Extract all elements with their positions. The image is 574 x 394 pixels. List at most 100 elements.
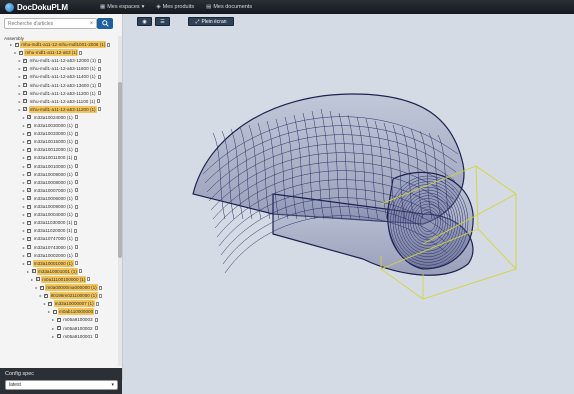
- expand-toggle-icon[interactable]: ▸: [9, 42, 13, 47]
- tree-node[interactable]: ▸ ✓ m33a10007000 (1): [22, 187, 78, 194]
- visibility-checkbox[interactable]: ✓: [27, 212, 32, 217]
- expand-toggle-icon[interactable]: ▸: [22, 228, 26, 233]
- tree-node[interactable]: ▸ ✓ m33a11020000 (1): [22, 227, 78, 234]
- tree-node[interactable]: ▸ ✓ m33a10030000 (1): [22, 122, 78, 129]
- tree-scrollbar-thumb[interactable]: [118, 82, 122, 258]
- clear-search-icon[interactable]: ×: [88, 18, 95, 29]
- tree-node[interactable]: ▸ ✓ m0a11100100000 (1): [30, 275, 91, 283]
- tree-node[interactable]: ▸ ✓ mhu-mdl1-a11-12-a53 (1): [13, 49, 83, 57]
- expand-toggle-icon[interactable]: ▸: [22, 220, 26, 225]
- expand-toggle-icon[interactable]: ▸: [22, 204, 26, 209]
- visibility-checkbox[interactable]: ✓: [27, 180, 32, 185]
- search-input[interactable]: [4, 18, 97, 29]
- expand-toggle-icon[interactable]: ▸: [22, 147, 26, 152]
- expand-toggle-icon[interactable]: ▸: [22, 164, 26, 169]
- nav-item-products[interactable]: ◈ Mes produits: [156, 4, 194, 10]
- tree-node[interactable]: ▸ ✓ m33a10024000 (1): [22, 114, 78, 121]
- visibility-checkbox[interactable]: ✓: [23, 107, 28, 112]
- expand-toggle-icon[interactable]: ▸: [18, 66, 22, 71]
- search-button[interactable]: [97, 18, 113, 29]
- visibility-checkbox[interactable]: ✓: [56, 317, 61, 322]
- tree-node[interactable]: ▸ ✓ m0ab110000000: [47, 308, 99, 316]
- tree-node[interactable]: ▸ ✓ m33a10006000 (1): [22, 195, 78, 202]
- tree-node[interactable]: ▸ ✓ m33a10010000 (1): [22, 163, 78, 170]
- tree-node[interactable]: ▸ ✓ m33a10743000 (1): [22, 244, 78, 251]
- expand-toggle-icon[interactable]: ▸: [22, 261, 26, 266]
- tree-node[interactable]: ▸ ✓ m0a00000ma000000 (1): [34, 284, 102, 291]
- expand-toggle-icon[interactable]: ▸: [34, 285, 38, 290]
- tree-node[interactable]: ▸ ✓ m33a10012000 (1): [22, 146, 78, 153]
- visibility-checkbox[interactable]: ✓: [56, 326, 61, 330]
- tree-node[interactable]: ▸ ✓ m33a10004000 (1): [22, 211, 78, 218]
- expand-toggle-icon[interactable]: ▸: [22, 123, 26, 128]
- visibility-checkbox[interactable]: ✓: [27, 245, 32, 249]
- brand[interactable]: DocDokuPLM: [5, 0, 68, 14]
- visibility-checkbox[interactable]: ✓: [27, 164, 32, 168]
- visibility-checkbox[interactable]: ✓: [27, 220, 32, 225]
- visibility-checkbox[interactable]: ✓: [27, 155, 32, 160]
- tree-node[interactable]: ▸ ✓ m33a10011000 (1): [22, 154, 78, 161]
- expand-toggle-icon[interactable]: ▸: [22, 188, 26, 193]
- visibility-checkbox[interactable]: ✓: [27, 115, 32, 120]
- expand-toggle-icon[interactable]: ▸: [22, 172, 26, 177]
- expand-toggle-icon[interactable]: ▸: [18, 83, 22, 88]
- expand-toggle-icon[interactable]: ▸: [22, 131, 26, 136]
- visibility-checkbox[interactable]: ✓: [23, 58, 28, 63]
- visibility-checkbox[interactable]: ✓: [23, 83, 28, 87]
- visibility-checkbox[interactable]: ✓: [23, 91, 28, 96]
- nav-item-spaces[interactable]: ▦ Mes espaces ▾: [100, 4, 144, 10]
- expand-toggle-icon[interactable]: ▸: [47, 309, 51, 314]
- expand-toggle-icon[interactable]: ▸: [22, 155, 26, 160]
- visibility-checkbox[interactable]: ✓: [27, 139, 32, 144]
- visibility-checkbox[interactable]: ✓: [27, 147, 32, 152]
- wireframe-3d-model[interactable]: [123, 14, 574, 380]
- visibility-checkbox[interactable]: ✓: [44, 293, 49, 298]
- tree-node[interactable]: ▸ ✓ m05a9100001: [51, 333, 98, 340]
- expand-toggle-icon[interactable]: ▸: [22, 196, 26, 201]
- tree-node[interactable]: ▸ ✓ 80198m021100000 (1): [39, 292, 102, 300]
- tree-node[interactable]: ▸ ✓ m33a10008000 (1): [22, 179, 78, 186]
- tree-node[interactable]: ▸ ✓ mhu-mdl1-a11-12-a53-13600 (1): [18, 82, 101, 89]
- expand-toggle-icon[interactable]: ▸: [22, 236, 26, 241]
- expand-toggle-icon[interactable]: ▸: [22, 115, 26, 120]
- tree-node[interactable]: ▸ ✓ m33a10000007 (1): [43, 300, 99, 308]
- expand-toggle-icon[interactable]: ▸: [22, 245, 26, 250]
- tree-node[interactable]: ▸ ✓ m05a9100003: [51, 316, 98, 323]
- tree-node[interactable]: ▸ ✓ m33a10002000 (1): [22, 252, 78, 259]
- visibility-checkbox[interactable]: ✓: [27, 204, 32, 209]
- tree-node[interactable]: ▸ ✓ mhu-mdl1-a11-12-a53-11100 (1): [18, 98, 101, 105]
- config-spec-select[interactable]: latest ▾: [5, 380, 118, 390]
- visibility-checkbox[interactable]: ✓: [23, 66, 28, 71]
- nav-item-documents[interactable]: ▤ Mes documents: [206, 4, 252, 10]
- visibility-checkbox[interactable]: ✓: [27, 253, 32, 258]
- visibility-checkbox[interactable]: ✓: [27, 188, 32, 193]
- visibility-checkbox[interactable]: ✓: [23, 74, 28, 79]
- tree-node[interactable]: ▸ ✓ m33a10033000 (1): [22, 130, 78, 137]
- expand-toggle-icon[interactable]: ▸: [13, 50, 17, 55]
- tree-node[interactable]: ▸ ✓ m33a10009000 (1): [22, 171, 78, 178]
- expand-toggle-icon[interactable]: ▸: [51, 334, 55, 339]
- visibility-checkbox[interactable]: ✓: [39, 285, 44, 290]
- visibility-checkbox[interactable]: ✓: [27, 131, 32, 136]
- tree-node[interactable]: ▸ ✓ m05a9100002: [51, 325, 98, 332]
- expand-toggle-icon[interactable]: ▸: [51, 317, 55, 322]
- tree-node[interactable]: ▸ ✓ mhu-mdl1-a11-12-a53-11200 (1): [18, 90, 101, 97]
- expand-toggle-icon[interactable]: ▸: [26, 269, 30, 274]
- visibility-checkbox[interactable]: ✓: [52, 309, 57, 314]
- expand-toggle-icon[interactable]: ▸: [18, 74, 22, 79]
- tree-node[interactable]: ▸ ✓ m33a10001000 (1): [22, 259, 78, 267]
- tree-node[interactable]: ▸ ✓ mhu-mdl1-a11-12-a53-11400 (1): [18, 73, 101, 80]
- tree-node[interactable]: ▸ ✓ m33a10001001 (1): [26, 267, 82, 275]
- visibility-checkbox[interactable]: ✓: [27, 172, 32, 177]
- visibility-checkbox[interactable]: ✓: [48, 301, 53, 306]
- tree-node[interactable]: ▸ ✓ mhu-mdl1-a11-12-a53-12000 (1): [18, 57, 101, 64]
- visibility-checkbox[interactable]: ✓: [27, 123, 32, 128]
- tree-node[interactable]: ▸ ✓ m33a10015000 (1): [22, 138, 78, 145]
- expand-toggle-icon[interactable]: ▸: [22, 139, 26, 144]
- visibility-checkbox[interactable]: ✓: [23, 99, 28, 104]
- expand-toggle-icon[interactable]: ▸: [18, 91, 22, 96]
- expand-toggle-icon[interactable]: ▸: [18, 58, 22, 63]
- visibility-checkbox[interactable]: ✓: [14, 42, 19, 47]
- visibility-checkbox[interactable]: ✓: [56, 334, 61, 339]
- visibility-checkbox[interactable]: ✓: [27, 261, 32, 266]
